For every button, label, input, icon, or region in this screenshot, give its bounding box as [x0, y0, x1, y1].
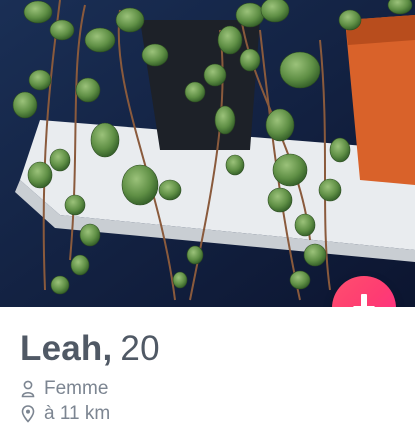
profile-name-age: Leah, 20 — [20, 329, 160, 369]
user-icon — [20, 379, 36, 399]
profile-info-panel: Leah, 20 Femme à 11 km — [0, 307, 415, 424]
gender-row: Femme — [20, 378, 108, 400]
profile-age: 20 — [120, 329, 160, 368]
location-pin-icon — [20, 404, 36, 424]
gender-label: Femme — [44, 378, 109, 399]
profile-name: Leah, — [20, 329, 113, 368]
profile-photo[interactable] — [0, 0, 415, 307]
plant-photo-image — [0, 0, 415, 307]
distance-row: à 11 km — [20, 403, 110, 425]
distance-label: à 11 km — [44, 403, 111, 424]
